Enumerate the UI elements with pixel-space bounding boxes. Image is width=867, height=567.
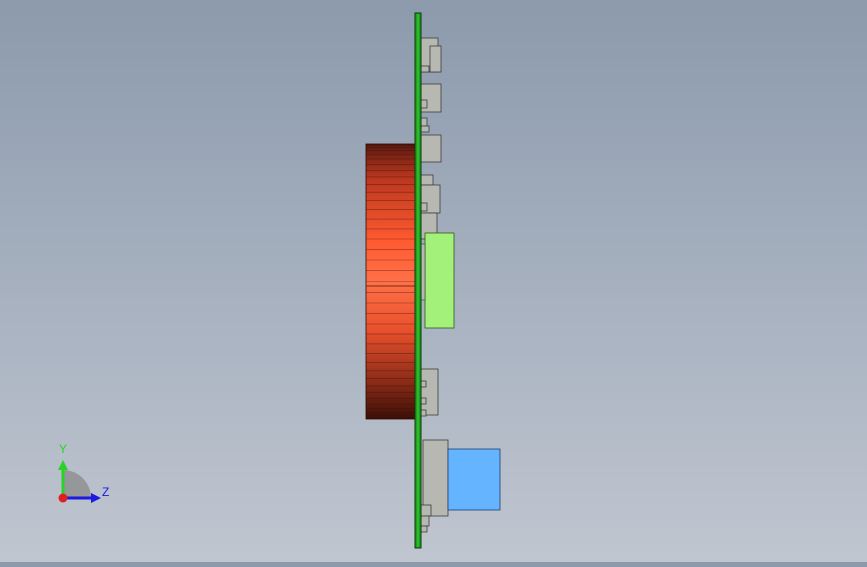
z-axis-arrow (91, 493, 101, 503)
x-axis-origin (58, 493, 68, 503)
connector-1-tab (429, 45, 442, 73)
connector-2-pin (420, 99, 428, 109)
z-axis-label: Z (102, 485, 110, 499)
connector-6-pin-2 (420, 397, 427, 405)
3d-model-viewport[interactable]: Y Z (0, 0, 867, 562)
blue-port (447, 448, 501, 511)
top-connectors (420, 37, 442, 240)
connector-6-pin-3 (420, 409, 427, 417)
connector-6-pin-1 (420, 380, 427, 388)
connector-4-cap (420, 174, 434, 186)
fan-heatsink (365, 143, 417, 420)
small-part-2 (420, 125, 430, 133)
connector-3 (420, 134, 442, 163)
port-foot-1 (420, 504, 432, 517)
port-foot-3 (420, 525, 428, 533)
bottom-connectors (420, 368, 449, 533)
port-foot-2 (420, 515, 430, 527)
y-axis-label: Y (59, 442, 68, 456)
y-axis-arrow (58, 460, 68, 470)
pcb-assembly-side-view (365, 12, 501, 549)
green-module (424, 232, 455, 329)
triad-quarter-arc (63, 470, 91, 498)
green-module-pin (420, 243, 426, 301)
connector-6 (420, 368, 439, 416)
connector-4-pin (420, 202, 428, 212)
axis-triad: Y Z (40, 440, 130, 520)
triad-graphic (58, 460, 101, 503)
connector-1-pin (420, 65, 430, 73)
small-part-1 (420, 117, 428, 127)
